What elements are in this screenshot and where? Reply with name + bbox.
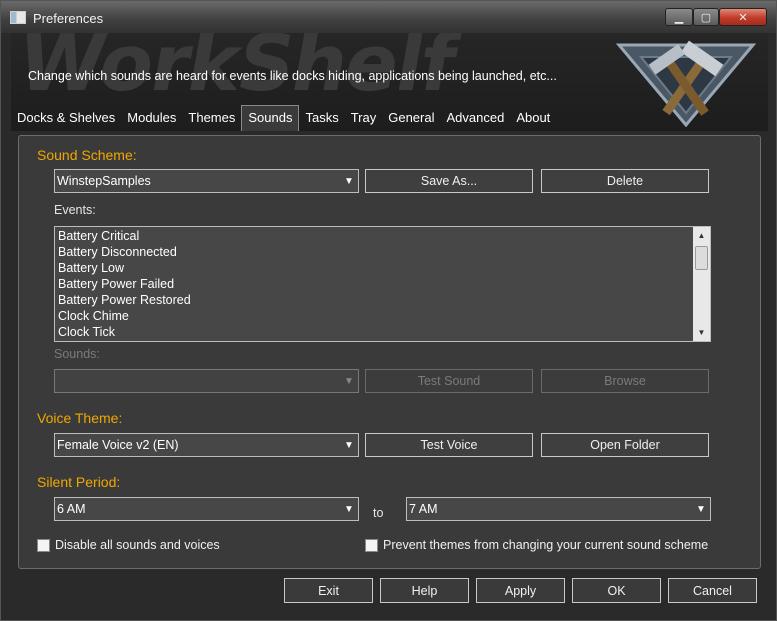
tab-general[interactable]: General [382,105,440,129]
tab-modules[interactable]: Modules [121,105,182,129]
disable-all-label: Disable all sounds and voices [55,538,220,552]
chevron-down-icon: ▼ [344,439,354,451]
events-label: Events: [54,203,96,217]
chevron-down-icon: ▼ [344,375,354,387]
help-button[interactable]: Help [380,578,469,603]
events-list[interactable]: Battery Critical Battery Disconnected Ba… [54,226,711,342]
sound-scheme-heading: Sound Scheme: [37,147,137,163]
open-folder-button[interactable]: Open Folder [541,433,709,457]
prevent-themes-checkbox[interactable]: Prevent themes from changing your curren… [365,538,708,552]
close-button[interactable]: ✕ [719,8,767,26]
tab-advanced[interactable]: Advanced [440,105,510,129]
voice-theme-value: Female Voice v2 (EN) [57,438,179,452]
silent-period-heading: Silent Period: [37,474,121,490]
list-item[interactable]: Battery Power Failed [55,276,710,292]
title-bar[interactable]: Preferences ▁ ▢ ✕ [1,1,776,33]
prevent-themes-label: Prevent themes from changing your curren… [383,538,709,552]
exit-button[interactable]: Exit [284,578,373,603]
app-icon [10,11,26,24]
silent-to-value: 7 AM [409,502,438,516]
tab-about[interactable]: About [510,105,556,129]
delete-button[interactable]: Delete [541,169,709,193]
list-item[interactable]: Clock Tick [55,324,710,340]
voice-theme-select[interactable]: Female Voice v2 (EN) ▼ [54,433,359,457]
scroll-thumb[interactable] [695,246,708,270]
sounds-label: Sounds: [54,347,100,361]
tab-docks-shelves[interactable]: Docks & Shelves [11,105,121,129]
cancel-button[interactable]: Cancel [668,578,757,603]
sounds-panel: Sound Scheme: WinstepSamples ▼ Save As..… [18,135,761,569]
test-voice-button[interactable]: Test Voice [365,433,533,457]
preferences-window: Preferences ▁ ▢ ✕ WorkShelf Change which… [0,0,777,621]
list-item[interactable]: Battery Disconnected [55,244,710,260]
save-as-button[interactable]: Save As... [365,169,533,193]
checkbox-box[interactable] [37,538,50,552]
window-title: Preferences [33,11,104,26]
sound-scheme-select[interactable]: WinstepSamples ▼ [54,169,359,193]
chevron-down-icon: ▼ [344,175,354,187]
events-scrollbar[interactable]: ▲ ▼ [693,227,710,341]
sounds-select[interactable]: ▼ [54,369,359,393]
list-item[interactable]: Battery Power Restored [55,292,710,308]
sound-scheme-value: WinstepSamples [57,174,151,188]
apply-button[interactable]: Apply [476,578,565,603]
ok-button[interactable]: OK [572,578,661,603]
minimize-button[interactable]: ▁ [665,8,693,26]
list-item[interactable]: Battery Low [55,260,710,276]
page-description: Change which sounds are heard for events… [28,69,557,83]
disable-all-checkbox[interactable]: Disable all sounds and voices [37,538,220,552]
tab-tray[interactable]: Tray [345,105,383,129]
tab-tasks[interactable]: Tasks [299,105,344,129]
voice-theme-heading: Voice Theme: [37,410,123,426]
silent-from-select[interactable]: 6 AM ▼ [54,497,359,521]
scroll-down-icon[interactable]: ▼ [693,324,710,341]
silent-to-select[interactable]: 7 AM ▼ [406,497,711,521]
tools-icon [615,40,757,127]
chevron-down-icon: ▼ [696,503,706,515]
to-label: to [373,506,384,520]
checkbox-box[interactable] [365,538,378,552]
maximize-button[interactable]: ▢ [693,8,719,26]
chevron-down-icon: ▼ [344,503,354,515]
tab-strip: Docks & Shelves Modules Themes Sounds Ta… [11,105,556,131]
scroll-up-icon[interactable]: ▲ [693,227,710,244]
tab-sounds[interactable]: Sounds [241,105,300,131]
test-sound-button[interactable]: Test Sound [365,369,533,393]
browse-button[interactable]: Browse [541,369,709,393]
silent-from-value: 6 AM [57,502,86,516]
list-item[interactable]: Clock Chime [55,308,710,324]
tab-themes[interactable]: Themes [182,105,241,129]
list-item[interactable]: Battery Critical [55,228,710,244]
